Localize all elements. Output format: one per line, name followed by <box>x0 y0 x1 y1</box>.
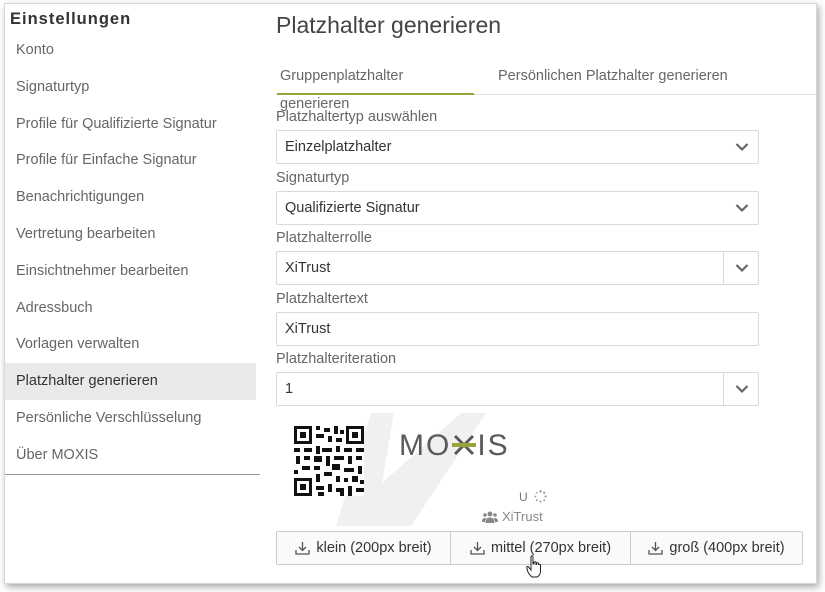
user-initial-line: U <box>519 490 547 504</box>
sidebar-item-konto[interactable]: Konto <box>5 32 256 69</box>
users-icon <box>482 511 498 523</box>
page-title: Platzhalter generieren <box>276 12 502 38</box>
placeholder-text-value: XiTrust <box>285 321 331 337</box>
sidebar: Einstellungen Konto Signaturtyp Profile … <box>5 4 260 475</box>
chevron-down-icon <box>735 204 749 213</box>
logo-text-right: IS <box>477 429 510 462</box>
tab-bar: Gruppenplatzhalter generieren Persönlich… <box>276 62 816 112</box>
sidebar-item-templates[interactable]: Vorlagen verwalten <box>5 326 256 363</box>
select-divider <box>723 373 724 405</box>
placeholder-role-select[interactable]: XiTrust <box>276 251 759 285</box>
tab-group-placeholder[interactable]: Gruppenplatzhalter generieren <box>277 62 474 112</box>
sidebar-item-addressbook[interactable]: Adressbuch <box>5 290 256 327</box>
placeholder-type-value: Einzelplatzhalter <box>285 139 392 155</box>
settings-window: Einstellungen Konto Signaturtyp Profile … <box>4 3 817 584</box>
placeholder-type-select[interactable]: Einzelplatzhalter <box>276 130 759 164</box>
placeholder-text-input[interactable]: XiTrust <box>276 312 759 346</box>
sidebar-list: Konto Signaturtyp Profile für Qualifizie… <box>5 32 256 474</box>
spinner-icon <box>534 490 547 503</box>
main-content: Platzhalter generieren Gruppenplatzhalte… <box>276 4 816 583</box>
download-medium-label: mittel (270px breit) <box>490 540 612 556</box>
placeholder-type-label: Platzhaltertyp auswählen <box>276 109 438 125</box>
sidebar-item-about[interactable]: Über MOXIS <box>5 437 256 474</box>
download-large-button[interactable]: groß (400px breit) <box>630 532 802 564</box>
placeholder-preview: MO IS U XiTrust <box>276 413 566 529</box>
signature-type-label: Signaturtyp <box>276 170 350 186</box>
sidebar-item-notifications[interactable]: Benachrichtigungen <box>5 179 256 216</box>
download-icon <box>295 542 311 555</box>
download-small-button[interactable]: klein (200px breit) <box>277 532 450 564</box>
sidebar-item-representation[interactable]: Vertretung bearbeiten <box>5 216 256 253</box>
download-icon <box>470 542 485 555</box>
sidebar-item-profile-simple[interactable]: Profile für Einfache Signatur <box>5 142 256 179</box>
chevron-down-icon <box>735 143 749 152</box>
download-large-label: groß (400px breit) <box>669 540 785 556</box>
sidebar-title: Einstellungen <box>10 10 132 28</box>
group-line: XiTrust <box>482 509 543 524</box>
sidebar-item-signaturtyp[interactable]: Signaturtyp <box>5 69 256 106</box>
sidebar-item-placeholder[interactable]: Platzhalter generieren <box>5 363 256 400</box>
placeholder-role-label: Platzhalterrolle <box>276 230 372 246</box>
placeholder-iteration-value: 1 <box>285 381 294 397</box>
moxis-logo: MO IS <box>399 429 510 463</box>
sidebar-item-viewers[interactable]: Einsichtnehmer bearbeiten <box>5 253 256 290</box>
qr-code-icon <box>294 426 364 496</box>
logo-x-mark <box>452 434 477 456</box>
download-small-label: klein (200px breit) <box>316 540 432 556</box>
placeholder-text-label: Platzhaltertext <box>276 291 368 307</box>
user-initial: U <box>519 490 528 504</box>
tab-personal-placeholder[interactable]: Persönlichen Platzhalter generieren <box>495 62 731 95</box>
signature-type-value: Qualifizierte Signatur <box>285 200 420 216</box>
placeholder-iteration-label: Platzhalteriteration <box>276 351 397 367</box>
select-divider <box>723 252 724 284</box>
placeholder-iteration-select[interactable]: 1 <box>276 372 759 406</box>
placeholder-role-value: XiTrust <box>285 260 331 276</box>
hand-pointer-cursor <box>526 555 541 578</box>
logo-text-left: MO <box>399 429 452 462</box>
chevron-down-icon[interactable] <box>735 384 749 394</box>
chevron-down-icon[interactable] <box>735 263 749 273</box>
download-icon <box>648 542 664 555</box>
sidebar-item-profile-qualified[interactable]: Profile für Qualifizierte Signatur <box>5 106 256 143</box>
sidebar-item-encryption[interactable]: Persönliche Verschlüsselung <box>5 400 256 437</box>
signature-type-select[interactable]: Qualifizierte Signatur <box>276 191 759 225</box>
group-name: XiTrust <box>502 509 543 524</box>
